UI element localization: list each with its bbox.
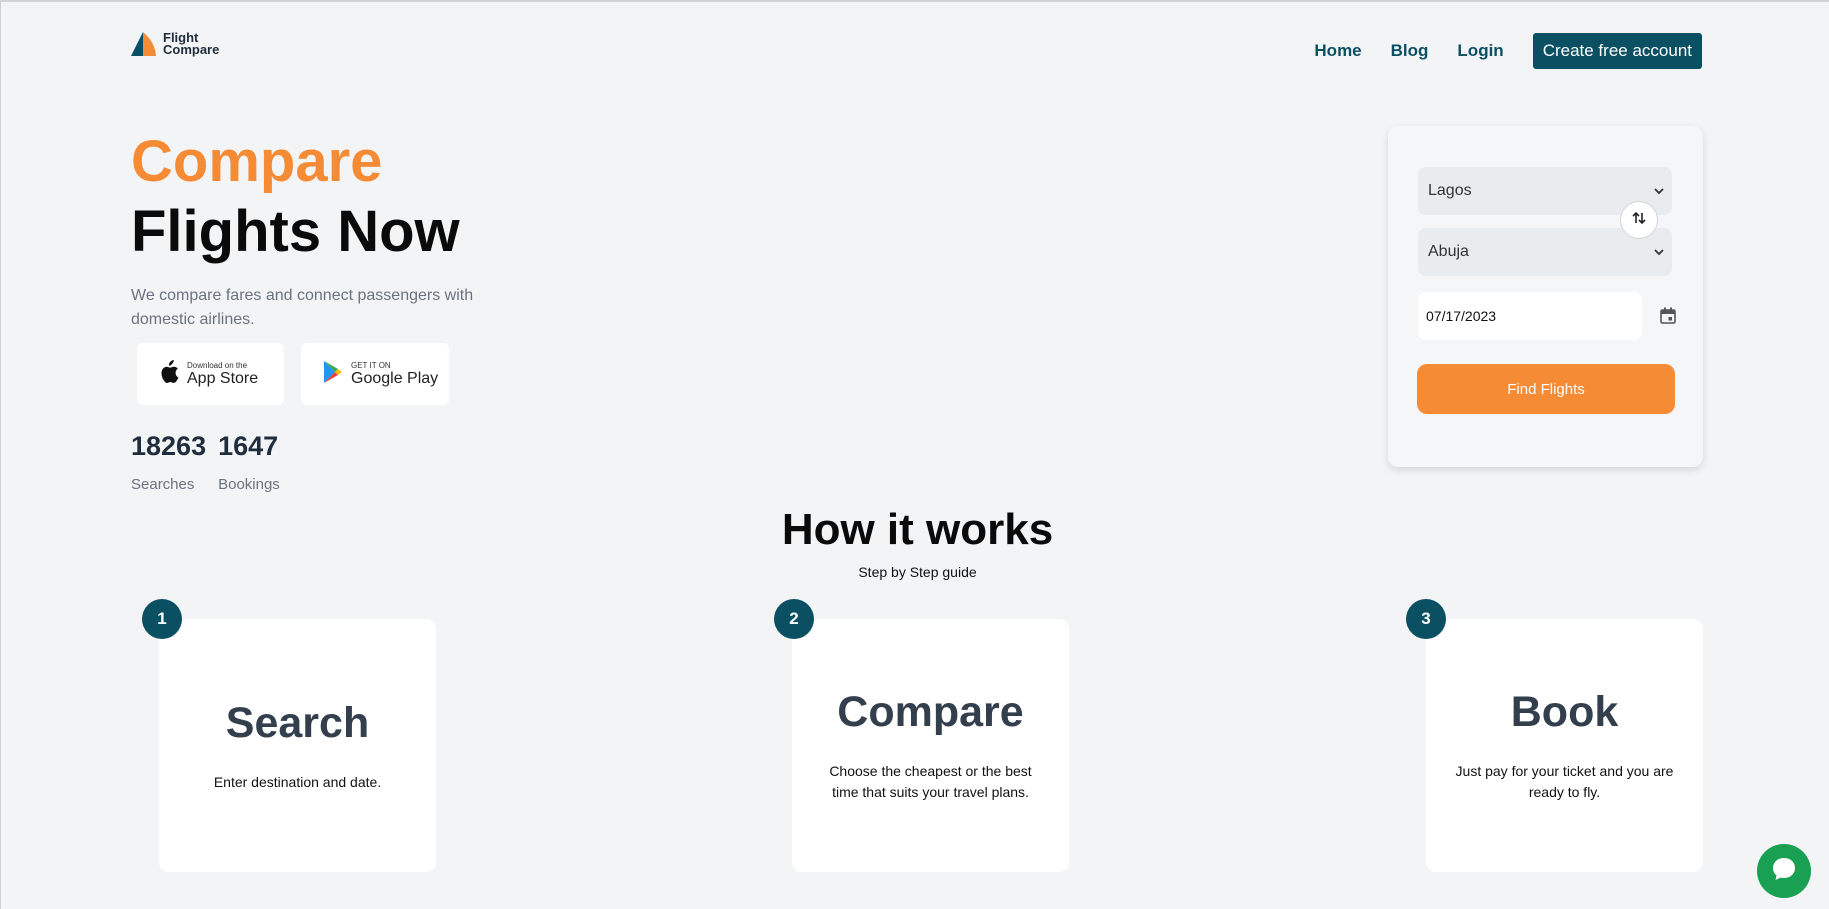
swap-arrows-icon — [1632, 211, 1646, 228]
nav-login[interactable]: Login — [1457, 41, 1503, 61]
from-select-value: Lagos — [1428, 182, 1472, 199]
step-card-search: Search Enter destination and date. — [159, 619, 436, 872]
nav-blog[interactable]: Blog — [1391, 41, 1429, 61]
stat-value: 1647 — [218, 431, 279, 461]
google-play-big: Google Play — [351, 370, 439, 387]
logo[interactable]: Flight Compare — [131, 31, 220, 57]
find-flights-button[interactable]: Find Flights — [1417, 364, 1675, 414]
stat-label: Bookings — [218, 476, 280, 493]
chevron-down-icon — [1654, 182, 1664, 200]
date-input[interactable]: 07/17/2023 — [1418, 292, 1642, 340]
step-title: Compare — [837, 688, 1024, 736]
stats: 18263 Searches 1647 Bookings — [131, 430, 280, 493]
step-text: Just pay for your ticket and you are rea… — [1455, 763, 1674, 800]
google-play-icon — [323, 360, 343, 388]
google-play-button[interactable]: GET IT ON Google Play — [301, 343, 449, 405]
hero-description: We compare fares and connect passengers … — [131, 287, 474, 328]
stat-label: Searches — [131, 476, 195, 493]
stat-bookings: 1647 Bookings — [218, 430, 280, 493]
logo-text: Flight Compare — [163, 31, 220, 57]
stat-value: 18263 — [131, 431, 207, 461]
hero-title: Flights Now — [131, 199, 460, 264]
chat-bubble-icon — [1770, 855, 1798, 887]
calendar-icon[interactable] — [1660, 307, 1676, 328]
google-play-small: GET IT ON — [351, 361, 391, 370]
app-store-small: Download on the — [187, 361, 248, 370]
top-nav: Home Blog Login Create free account — [1314, 33, 1702, 69]
step-card-book: Book Just pay for your ticket and you ar… — [1426, 619, 1703, 872]
step-title: Book — [1510, 688, 1619, 736]
step-text: Choose the cheapest or the best time tha… — [829, 763, 1032, 800]
step-card-compare: Compare Choose the cheapest or the best … — [792, 619, 1069, 872]
how-it-works-title: How it works — [781, 505, 1054, 554]
swap-locations-button[interactable] — [1620, 201, 1658, 239]
app-store-big: App Store — [187, 370, 259, 387]
step-number-badge: 2 — [774, 599, 814, 639]
logo-line2: Compare — [163, 42, 220, 57]
how-it-works-subtitle: Step by Step guide — [858, 564, 977, 580]
apple-icon — [159, 360, 179, 388]
create-account-button[interactable]: Create free account — [1532, 33, 1702, 69]
hero-title-highlight: Compare — [131, 129, 383, 194]
step-number-badge: 3 — [1406, 599, 1446, 639]
to-select-value: Abuja — [1428, 243, 1469, 260]
app-store-button[interactable]: Download on the App Store — [137, 343, 284, 405]
search-card: Lagos Abuja 07/17/2023 Find Flights — [1388, 126, 1703, 467]
step-number-badge: 1 — [142, 599, 182, 639]
logo-mark-icon — [131, 32, 157, 56]
nav-home[interactable]: Home — [1314, 41, 1361, 61]
step-text: Enter destination and date. — [213, 774, 382, 790]
chevron-down-icon — [1654, 243, 1664, 261]
chat-widget-button[interactable] — [1757, 844, 1811, 898]
stat-searches: 18263 Searches — [131, 430, 206, 493]
step-title: Search — [225, 699, 370, 747]
